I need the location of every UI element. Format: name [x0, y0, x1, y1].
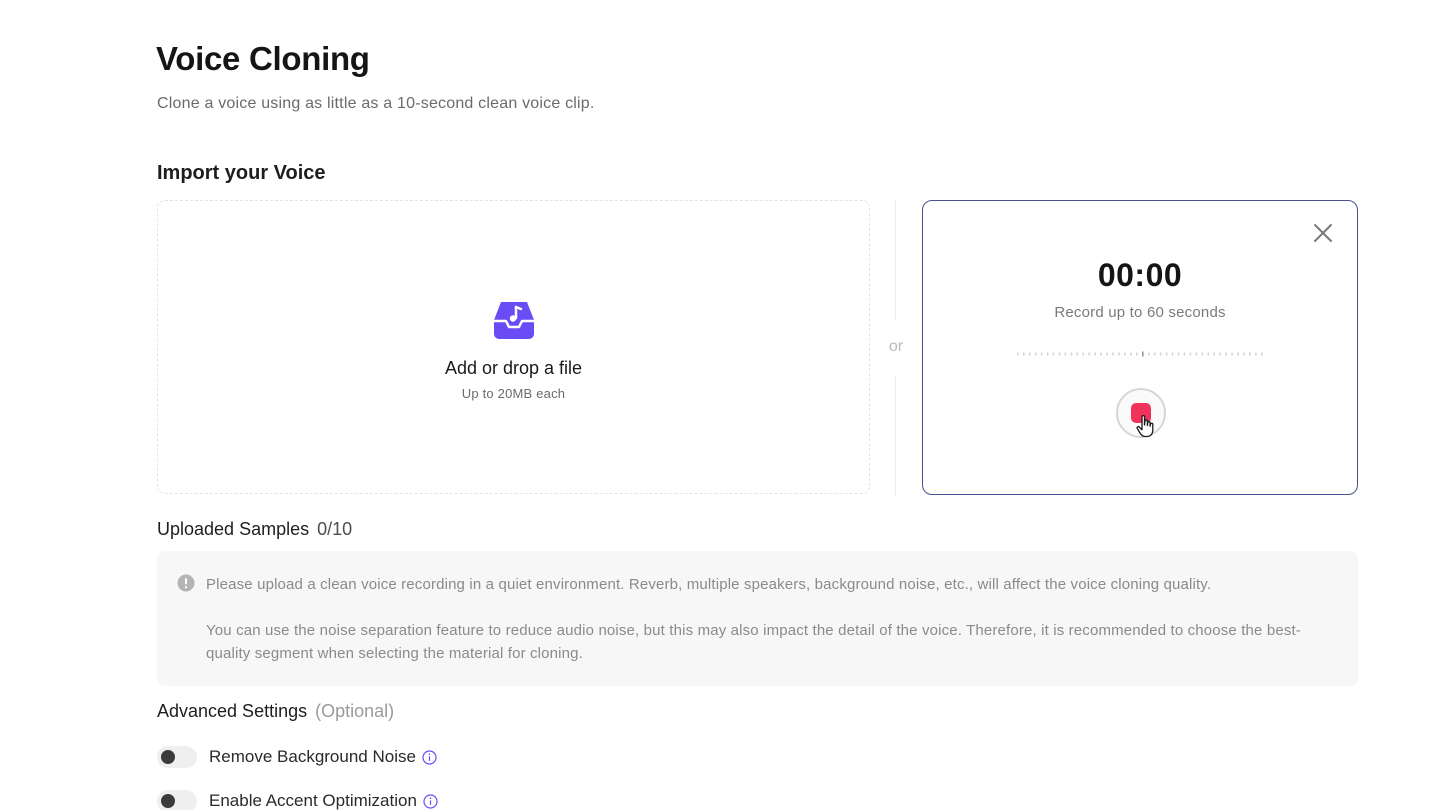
toggle-knob: [161, 750, 175, 764]
music-inbox-icon: [493, 301, 534, 339]
uploaded-samples-label: Uploaded Samples: [157, 519, 310, 539]
close-icon[interactable]: [1311, 221, 1335, 245]
waveform-dot: [1076, 352, 1079, 356]
samples-count: 0/10: [317, 519, 353, 539]
separator-line-bottom: [895, 375, 896, 495]
waveform-dot: [1058, 352, 1061, 356]
upload-title: Add or drop a file: [444, 357, 583, 378]
waveform-dot: [1189, 352, 1192, 356]
upload-guidelines-notice: Please upload a clean voice recording in…: [157, 551, 1358, 686]
voice-recorder-card: 00:00 Record up to 60 seconds: [922, 200, 1358, 495]
record-hint: Record up to 60 seconds: [1054, 304, 1226, 321]
setting-enable-accent-optimization: Enable Accent Optimization: [157, 790, 438, 810]
upload-size-limit: Up to 20MB each: [461, 385, 566, 401]
toggle-knob: [161, 794, 175, 808]
waveform-dot: [1183, 352, 1186, 356]
waveform-dot: [1207, 352, 1210, 356]
record-timer: 00:00: [1097, 257, 1183, 293]
info-icon[interactable]: [422, 749, 437, 765]
page-subtitle: Clone a voice using as little as a 10-se…: [157, 95, 595, 112]
waveform-dot: [1177, 352, 1180, 356]
waveform-dot: [1261, 352, 1263, 356]
optional-label: (Optional): [315, 701, 395, 721]
waveform-dot: [1112, 352, 1114, 356]
waveform-dot: [1148, 352, 1150, 356]
alert-circle-icon: [177, 574, 195, 592]
advanced-settings-label: Advanced Settings: [157, 701, 308, 721]
waveform-dot: [1034, 352, 1037, 356]
file-drop-zone[interactable]: Add or drop a file Up to 20MB each: [157, 200, 870, 494]
voice-cloning-page: Voice Cloning Clone a voice using as lit…: [0, 0, 1440, 810]
waveform-dot: [1195, 352, 1198, 356]
waveform-dot: [1064, 352, 1067, 356]
advanced-settings-title: Advanced Settings (Optional): [157, 701, 394, 722]
import-section-title: Import your Voice: [157, 162, 326, 184]
enable-accent-optimization-toggle[interactable]: [157, 790, 197, 810]
separator-or: or: [888, 338, 904, 355]
uploaded-samples-title: Uploaded Samples 0/10: [157, 519, 352, 540]
waveform-dot: [1136, 352, 1138, 356]
waveform-dot: [1100, 352, 1102, 356]
waveform-dot: [1165, 352, 1168, 356]
waveform-dot: [1255, 352, 1257, 356]
waveform-placeholder: [1017, 351, 1263, 357]
waveform-dot: [1130, 352, 1132, 356]
waveform-dot: [1213, 352, 1215, 356]
page-title: Voice Cloning: [156, 40, 370, 77]
waveform-dot: [1070, 352, 1073, 356]
waveform-dot: [1201, 352, 1204, 356]
info-icon[interactable]: [423, 793, 438, 809]
waveform-dot: [1040, 352, 1043, 356]
waveform-dot: [1023, 352, 1025, 356]
notice-text-1: Please upload a clean voice recording in…: [206, 576, 1212, 593]
waveform-dot: [1153, 352, 1156, 356]
waveform-dot: [1237, 352, 1239, 356]
waveform-dot: [1142, 351, 1144, 357]
separator-line-top: [895, 200, 896, 320]
waveform-dot: [1088, 352, 1090, 356]
waveform-dot: [1106, 352, 1108, 356]
waveform-dot: [1243, 352, 1245, 356]
setting-remove-background-noise: Remove Background Noise: [157, 746, 437, 768]
waveform-dot: [1219, 352, 1221, 356]
waveform-dot: [1118, 352, 1120, 356]
waveform-dot: [1249, 352, 1251, 356]
waveform-dot: [1225, 352, 1227, 356]
waveform-dot: [1171, 352, 1174, 356]
notice-text-2: You can use the noise separation feature…: [206, 622, 1301, 662]
remove-background-noise-toggle[interactable]: [157, 746, 197, 768]
waveform-dot: [1028, 352, 1031, 356]
waveform-dot: [1046, 352, 1049, 356]
waveform-dot: [1082, 352, 1085, 356]
waveform-dot: [1124, 352, 1126, 356]
hand-pointer-cursor-icon: [1136, 414, 1154, 438]
waveform-dot: [1094, 352, 1096, 356]
enable-accent-optimization-label: Enable Accent Optimization: [209, 791, 417, 810]
waveform-dot: [1017, 352, 1019, 356]
waveform-dot: [1052, 352, 1055, 356]
remove-background-noise-label: Remove Background Noise: [209, 747, 416, 766]
waveform-dot: [1231, 352, 1233, 356]
waveform-dot: [1159, 352, 1162, 356]
